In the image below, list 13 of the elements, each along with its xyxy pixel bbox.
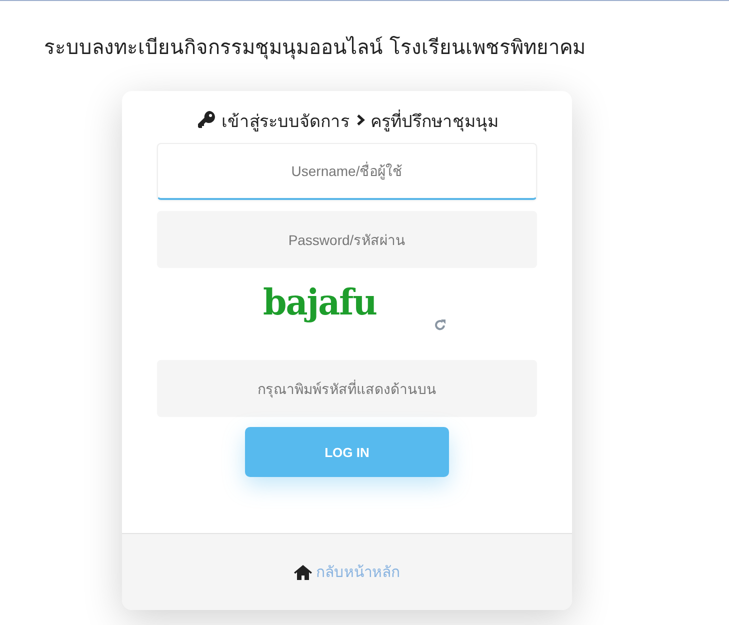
input-field[interactable]: กรุณาพิมพ์รหัสที่แสดงด้านบน (157, 360, 537, 417)
breadcrumb-item: เข้าสู่ระบบจัดการ (222, 110, 350, 134)
input-field[interactable]: Password/รหัสผ่าน (157, 211, 537, 268)
refresh-icon[interactable] (434, 319, 446, 331)
back-home-link[interactable]: กลับหน้าหลัก (316, 560, 400, 584)
key-icon (196, 110, 216, 130)
login-button[interactable]: LOG IN (245, 427, 449, 477)
page-title: ระบบลงทะเบียนกิจกรรมชุมนุมออนไลน์ โรงเรียนเพชรพิทยาคม (43, 34, 586, 61)
chevron-icon (356, 114, 364, 126)
breadcrumb-item: ครูที่ปรึกษาชุมนุม (370, 108, 498, 134)
home-icon (294, 564, 312, 580)
captcha-text: bajafu (263, 282, 376, 324)
input-field[interactable]: Username/ชื่อผู้ใช้ (157, 143, 537, 200)
